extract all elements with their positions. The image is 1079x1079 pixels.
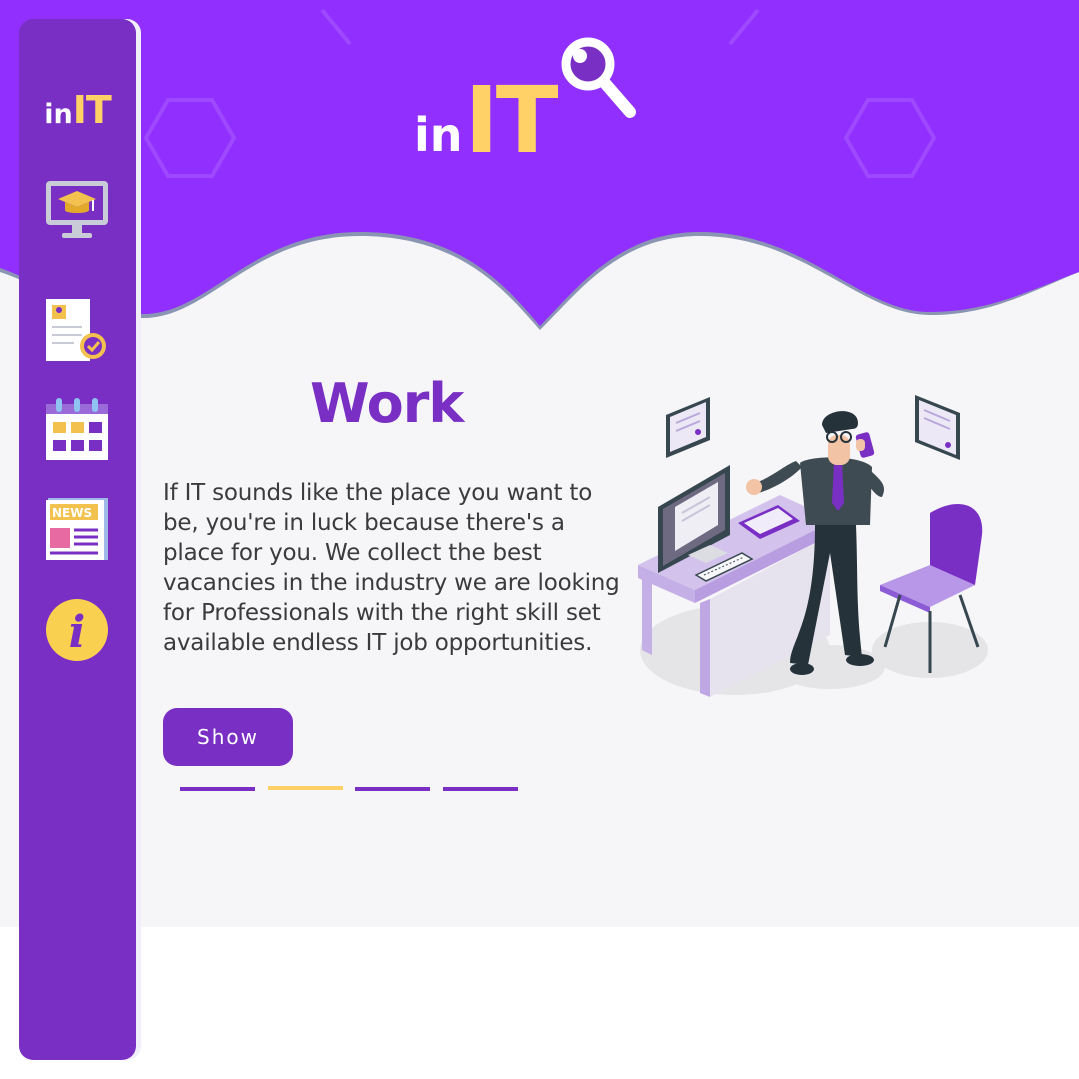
magnifier-icon	[561, 37, 636, 118]
brand-suffix: IT	[464, 66, 559, 174]
sidebar-item-news[interactable]: NEWS	[44, 496, 110, 562]
slide-dot-4[interactable]	[443, 787, 518, 791]
slide-dot-2[interactable]	[268, 786, 343, 790]
brand-prefix: in	[414, 108, 463, 162]
office-worker-illustration	[630, 385, 1000, 710]
sidebar-item-resume[interactable]	[44, 297, 110, 363]
info-icon: i	[46, 599, 108, 661]
sidebar-logo-suffix: IT	[72, 88, 112, 132]
show-button[interactable]: Show	[163, 708, 293, 766]
resume-check-icon	[46, 299, 106, 361]
calendar-icon	[46, 398, 108, 460]
sidebar-item-courses[interactable]	[44, 177, 110, 243]
sidebar-item-calendar[interactable]	[44, 396, 110, 462]
main-stage: in IT Work If IT sounds like the place y…	[0, 0, 1079, 927]
slide-dot-3[interactable]	[355, 787, 430, 791]
news-label: NEWS	[52, 506, 92, 520]
newspaper-icon: NEWS	[46, 498, 108, 560]
page-title: Work	[310, 372, 464, 435]
slide-dot-1[interactable]	[180, 787, 255, 791]
graduation-monitor-icon	[46, 181, 108, 238]
page-description: If IT sounds like the place you want to …	[163, 480, 620, 656]
sidebar-logo[interactable]: inIT	[19, 91, 136, 129]
info-glyph: i	[69, 607, 86, 658]
sidebar: inIT NEWS i	[19, 19, 136, 1060]
sidebar-item-info[interactable]: i	[44, 597, 110, 663]
sidebar-logo-prefix: in	[44, 99, 73, 130]
brand-logo: in IT	[414, 37, 640, 174]
